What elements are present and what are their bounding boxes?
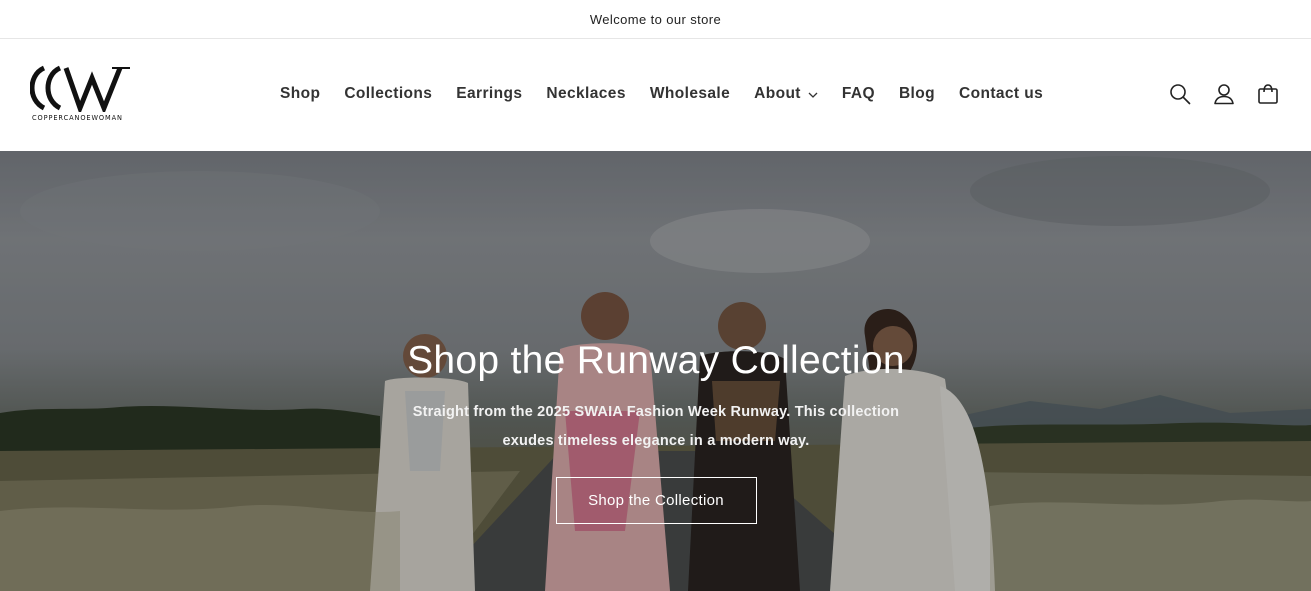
nav-item-faq[interactable]: FAQ [830, 79, 887, 109]
search-icon [1170, 84, 1191, 105]
nav-item-about[interactable]: About [742, 79, 830, 109]
nav-label: About [754, 85, 801, 102]
logo-mark-icon [30, 65, 130, 112]
nav-label: Blog [898, 85, 935, 102]
nav-item-blog[interactable]: Blog [887, 79, 947, 109]
nav-label: Necklaces [546, 85, 626, 102]
logo-wordmark: COPPERCANOEWOMAN [32, 114, 123, 122]
nav-label: Earrings [456, 85, 523, 102]
header-actions [1167, 80, 1281, 108]
cart-button[interactable] [1255, 80, 1281, 108]
hero-title: Shop the Runway Collection [407, 339, 905, 382]
nav-item-necklaces[interactable]: Necklaces [534, 79, 637, 109]
nav-label: Contact us [959, 85, 1044, 102]
cart-icon [1258, 84, 1278, 104]
chevron-down-icon [808, 92, 818, 98]
account-icon [1214, 84, 1234, 105]
nav-label: Shop [280, 85, 321, 102]
nav-label: Collections [344, 85, 433, 102]
announcement-bar: Welcome to our store [0, 0, 1311, 39]
shop-collection-button[interactable]: Shop the Collection [555, 476, 757, 524]
account-button[interactable] [1211, 80, 1237, 108]
hero-banner: Shop the Runway Collection Straight from… [0, 151, 1311, 591]
nav-item-earrings[interactable]: Earrings [444, 79, 534, 109]
nav-item-wholesale[interactable]: Wholesale [638, 79, 742, 109]
nav-label: FAQ [841, 85, 875, 102]
site-header: COPPERCANOEWOMAN Shop Collections Earrin… [0, 39, 1311, 151]
search-button[interactable] [1167, 80, 1193, 108]
nav-item-contact[interactable]: Contact us [947, 79, 1055, 109]
brand-logo[interactable]: COPPERCANOEWOMAN [30, 64, 140, 128]
nav-label: Wholesale [649, 85, 731, 102]
nav-item-collections[interactable]: Collections [332, 79, 444, 109]
hero-subtitle: Straight from the 2025 SWAIA Fashion Wee… [412, 403, 900, 449]
nav-item-shop[interactable]: Shop [268, 79, 332, 109]
hero-content: Shop the Runway Collection Straight from… [355, 339, 957, 524]
announcement-text: Welcome to our store [589, 11, 722, 27]
main-navigation: Shop Collections Earrings Necklaces Whol… [268, 77, 1055, 111]
